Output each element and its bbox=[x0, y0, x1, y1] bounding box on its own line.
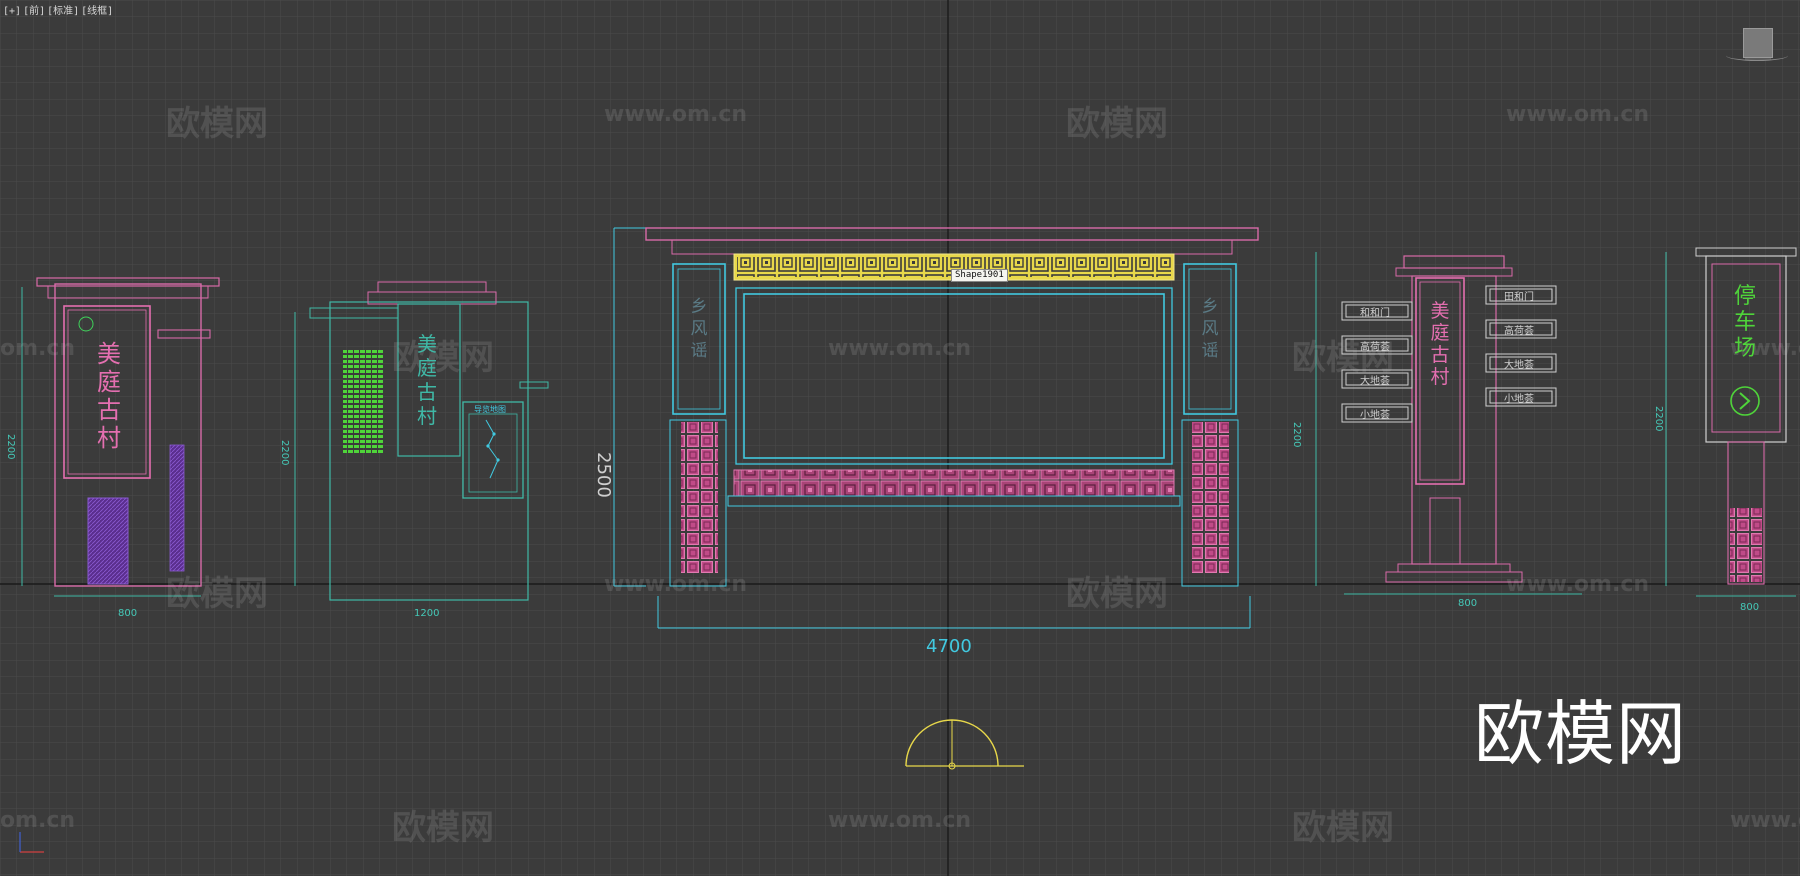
dim-sign4-height: 2200 bbox=[1291, 422, 1302, 448]
dim-sign5-height: 2200 bbox=[1653, 406, 1664, 432]
watermark-url: www.om.cn bbox=[604, 102, 748, 127]
direction-label-8: 小地荟 bbox=[1504, 394, 1534, 405]
watermark-cn: 欧模网 bbox=[392, 808, 494, 848]
watermark-cn: 欧模网 bbox=[1292, 808, 1394, 848]
viewport-label[interactable]: [+] [前] [标准] [线框] bbox=[3, 2, 115, 17]
watermark-url: www.om.cn bbox=[828, 808, 972, 833]
dim-sign1-height: 2200 bbox=[5, 434, 16, 460]
watermark-cn: 欧模网 bbox=[1066, 574, 1168, 614]
board-left-text: 乡风谣 bbox=[690, 297, 708, 361]
viewport-label-plus[interactable]: [+] bbox=[3, 6, 21, 17]
sign1-village-name: 美庭古村 bbox=[97, 340, 121, 452]
watermark-url-partial: om.cn bbox=[0, 336, 76, 361]
dim-board-width: 4700 bbox=[926, 636, 972, 657]
dim-sign2-width: 1200 bbox=[414, 608, 440, 619]
dim-sign5-width: 800 bbox=[1740, 602, 1760, 613]
viewport-label-view[interactable]: [前] bbox=[23, 6, 45, 17]
watermark-url-partial: www.o bbox=[1730, 808, 1800, 833]
board-right-text: 乡风谣 bbox=[1201, 297, 1219, 361]
object-tooltip: Shape1901 bbox=[951, 269, 1008, 282]
dim-sign4-width: 800 bbox=[1458, 598, 1478, 609]
direction-label-5: 田和门 bbox=[1504, 292, 1534, 303]
watermark-url: www.om.cn bbox=[1506, 572, 1650, 597]
viewcube-ring[interactable] bbox=[1726, 50, 1788, 61]
viewport-label-standard[interactable]: [标准] bbox=[47, 6, 79, 17]
watermark-cn: 欧模网 bbox=[166, 574, 268, 614]
direction-label-7: 大地荟 bbox=[1504, 360, 1534, 371]
direction-label-1: 和和门 bbox=[1360, 308, 1390, 319]
site-logo: 欧模网 bbox=[1474, 693, 1687, 775]
watermark-url-partial: om.cn bbox=[0, 808, 76, 833]
watermark-cn: 欧模网 bbox=[1066, 104, 1168, 144]
sign2-village-name: 美庭古村 bbox=[417, 332, 437, 428]
sign4-village-name: 美庭古村 bbox=[1430, 300, 1450, 388]
watermark-cn: 欧模网 bbox=[392, 338, 494, 378]
direction-label-6: 高荷荟 bbox=[1504, 326, 1534, 337]
direction-label-4: 小地荟 bbox=[1360, 410, 1390, 421]
watermark-url: www.om.cn bbox=[1506, 102, 1650, 127]
watermark-url: www.om.cn bbox=[604, 572, 748, 597]
dim-board-height: 2500 bbox=[593, 452, 614, 498]
sign2-map-title: 导览地图 bbox=[474, 405, 506, 414]
direction-label-3: 大地荟 bbox=[1360, 376, 1390, 387]
viewport-front-wireframe[interactable]: [+] [前] [标准] [线框] 欧模网 www.om.cn 欧模网 www.om.… bbox=[0, 0, 1800, 876]
dim-sign2-height: 2200 bbox=[279, 440, 290, 466]
viewport-label-wireframe[interactable]: [线框] bbox=[81, 6, 113, 17]
dim-sign1-width: 800 bbox=[118, 608, 138, 619]
watermark-url: www.om.cn bbox=[828, 336, 972, 361]
sign5-parking-text: 停车场 bbox=[1733, 284, 1756, 361]
watermark-cn: 欧模网 bbox=[166, 104, 268, 144]
direction-label-2: 高荷荟 bbox=[1360, 342, 1390, 353]
